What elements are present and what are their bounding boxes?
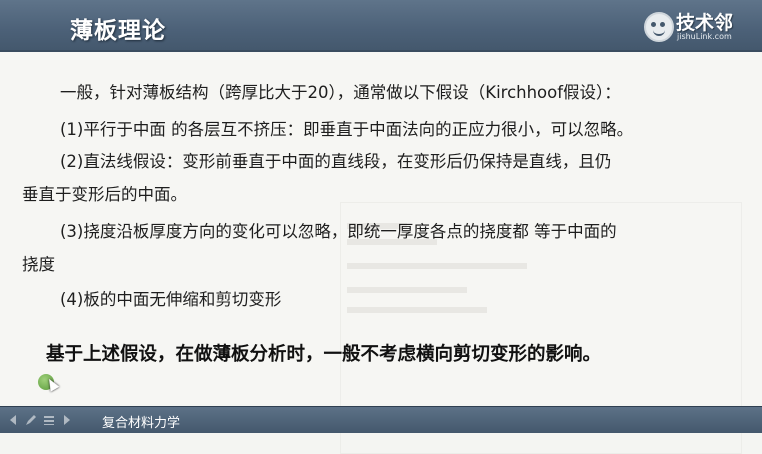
pen-icon[interactable] xyxy=(24,413,38,427)
slide-footer: 复合材料力学 xyxy=(0,406,762,433)
slide-frame: 薄板理论 技术邻 jishuLink.com 一般，针对薄板结构（跨厚比大于20… xyxy=(0,0,762,454)
assumption-4: (4)板的中面无伸缩和剪切变形 xyxy=(60,290,282,309)
assumption-2-cont: 垂直于变形后的中面。 xyxy=(22,185,187,204)
paragraph-intro: 一般，针对薄板结构（跨厚比大于20），通常做以下假设（Kirchhoof假设）： xyxy=(60,83,621,102)
prev-slide-icon[interactable] xyxy=(6,413,20,427)
menu-icon[interactable] xyxy=(42,413,56,427)
course-name: 复合材料力学 xyxy=(102,416,181,431)
slide-header: 薄板理论 技术邻 jishuLink.com xyxy=(0,0,762,52)
assumption-2: (2)直法线假设：变形前垂直于中面的直线段，在变形后仍保持是直线，且仍 xyxy=(60,152,612,171)
brand-url: jishuLink.com xyxy=(677,32,732,41)
assumption-3: (3)挠度沿板厚度方向的变化可以忽略，即统一厚度各点的挠度都 等于中面的 xyxy=(60,222,617,241)
assumption-3-cont: 挠度 xyxy=(22,255,55,274)
conclusion-text: 基于上述假设，在做薄板分析时，一般不考虑横向剪切变形的影响。 xyxy=(46,344,602,365)
brand-logo-icon xyxy=(644,12,674,42)
assumption-1: (1)平行于中面 的各层互不挤压：即垂直于中面法向的正应力很小，可以忽略。 xyxy=(60,120,634,139)
slide-title: 薄板理论 xyxy=(70,18,166,44)
next-slide-icon[interactable] xyxy=(60,413,74,427)
brand-watermark: 技术邻 jishuLink.com xyxy=(644,8,748,44)
brand-name: 技术邻 xyxy=(676,12,734,34)
